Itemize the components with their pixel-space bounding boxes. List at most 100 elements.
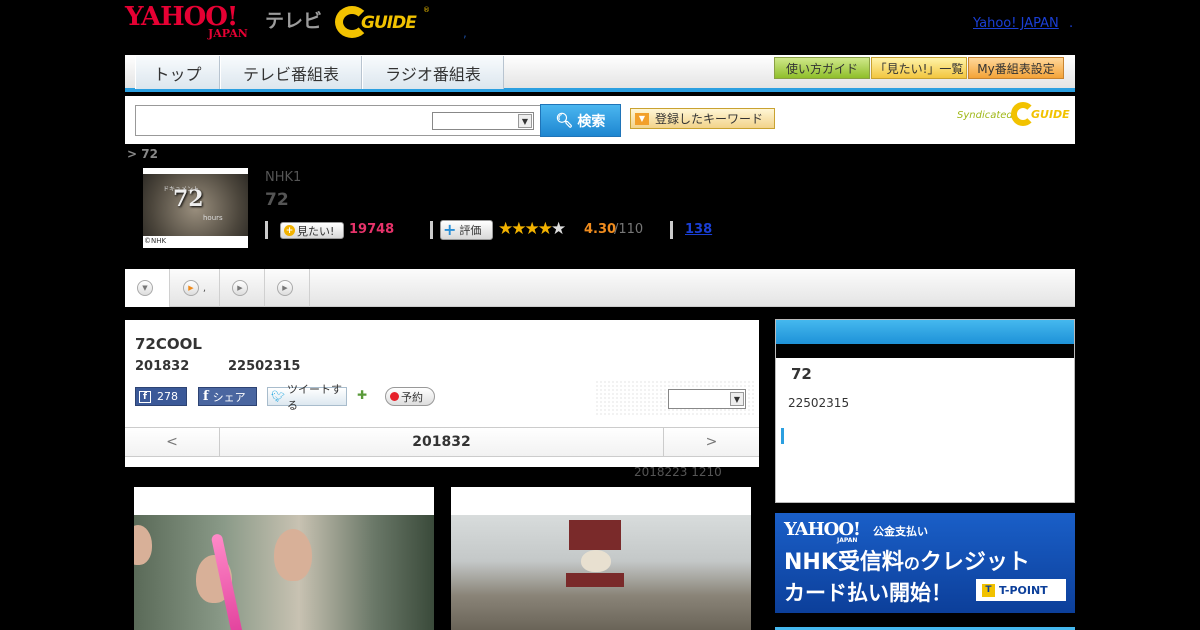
yahoo-logo[interactable]: YAHOO!: [125, 4, 238, 30]
banner-headline-1a: NHK受信料: [784, 550, 904, 575]
facebook-share-button[interactable]: f シェア: [198, 387, 257, 406]
tweet-button[interactable]: 🐦︎ ツイートする: [267, 383, 347, 412]
sidebar-title: 72: [791, 365, 812, 383]
reserve-label: 予約: [401, 390, 423, 404]
episode-pager: < 201832 >: [125, 427, 759, 457]
main-nav: トップ テレビ番組表 ラジオ番組表 使い方ガイド 「見たい!」一覧 My番組表設…: [125, 55, 1075, 92]
search-category-select[interactable]: ▼: [432, 112, 534, 130]
registered-keywords-button[interactable]: ▼ 登録したキーワード: [630, 108, 775, 129]
episode-photo-image: [451, 515, 751, 630]
tab-episodes[interactable]: ▶ ,: [170, 269, 220, 307]
facebook-like-count: 278: [157, 390, 178, 403]
mitai-button[interactable]: + 見たい!: [280, 222, 344, 239]
rating-total: /110: [614, 222, 644, 237]
divider-bar: [670, 221, 673, 239]
mitai-count: 19748: [349, 222, 395, 237]
divider-bar: [265, 221, 268, 239]
banner-headline-1: NHK受信料のクレジット: [784, 544, 1030, 576]
last-updated: 2018223 1210: [634, 465, 722, 479]
facebook-icon: f: [203, 389, 209, 404]
tab-label: ,: [202, 282, 207, 294]
episode-time: 22502315: [228, 359, 301, 374]
star-icon-empty: ★: [550, 219, 566, 239]
episode-photo[interactable]: [134, 487, 434, 630]
tab-program-info[interactable]: ▼: [125, 269, 170, 307]
pager-current-date: 201832: [412, 434, 471, 450]
mitai-list-button[interactable]: 「見たい!」一覧: [871, 57, 967, 79]
search-button-label: 検索: [577, 113, 606, 130]
sidebar-time: 22502315: [788, 396, 850, 410]
header-link-dot: .: [1069, 16, 1074, 31]
next-episode-button[interactable]: >: [663, 428, 759, 456]
twitter-bird-icon: 🐦︎: [271, 390, 285, 403]
sidebar-accent-bar: [781, 428, 784, 444]
tab-reviews[interactable]: ▶: [265, 269, 310, 307]
nav-tab-radio-schedule[interactable]: ラジオ番組表: [362, 56, 504, 89]
episode-date: 201832: [135, 359, 190, 374]
sidebar-band: [776, 344, 1074, 358]
facebook-like-button[interactable]: f 278: [135, 387, 187, 406]
share-plus-icon[interactable]: ✚: [357, 388, 373, 404]
thumbnail-hours: hours: [203, 214, 223, 222]
rating-score: 4.30: [584, 222, 617, 237]
facebook-icon: f: [139, 390, 151, 403]
building-sign: [566, 573, 624, 587]
search-bar: ▼ 🔍︎ 検索 ▼ 登録したキーワード Syndicated GUIDE: [125, 96, 1075, 144]
review-count-link[interactable]: 138: [685, 222, 712, 237]
my-schedule-settings-button[interactable]: My番組表設定: [968, 57, 1064, 79]
rate-button[interactable]: + 評価: [440, 220, 493, 240]
baseball-sign-object: [581, 550, 611, 572]
episode-options-select[interactable]: ▼: [668, 389, 746, 409]
usage-guide-button[interactable]: 使い方ガイド: [774, 57, 870, 79]
play-icon: ▶: [232, 280, 248, 296]
banner-kokin-text: 公金支払い: [873, 525, 928, 538]
ad-banner[interactable]: YAHOO! JAPAN 公金支払い NHK受信料のクレジット カード払い開始！…: [775, 513, 1075, 613]
site-header: YAHOO! JAPAN テレビ GUIDE ® , Yahoo! JAPAN …: [125, 0, 1075, 55]
search-button[interactable]: 🔍︎ 検索: [540, 104, 621, 137]
tpoint-label: T-POINT: [999, 583, 1048, 597]
rating-stars: ★★★★★: [498, 219, 566, 239]
star-icon-filled: ★★★★: [498, 219, 553, 239]
program-thumbnail[interactable]: ドキュメント 72 hours ©NHK: [143, 168, 248, 248]
chevron-down-icon: ▼: [730, 392, 744, 406]
header-separator: ,: [463, 26, 467, 40]
sidebar-box: 72 22502315: [775, 319, 1075, 503]
play-icon: ▶: [277, 280, 293, 296]
person-figure: [134, 525, 152, 565]
episode-panel: 72COOL 201832 22502315 f 278 f シェア 🐦︎ ツイ…: [125, 320, 759, 467]
episode-photo[interactable]: [451, 487, 751, 630]
plus-icon: +: [443, 220, 457, 239]
play-icon: ▶: [182, 280, 199, 296]
banner-headline-1b: の: [903, 554, 920, 573]
record-icon: [390, 392, 399, 401]
plus-icon: +: [284, 225, 295, 236]
banner-japan-text: JAPAN: [837, 537, 858, 544]
breadcrumb[interactable]: > 72: [127, 147, 158, 161]
facebook-share-label: シェア: [212, 390, 246, 404]
previous-episode-button[interactable]: <: [125, 428, 220, 456]
mitai-label: 見たい!: [297, 224, 335, 238]
rate-label: 評価: [459, 224, 482, 237]
nav-tab-tv-schedule[interactable]: テレビ番組表: [220, 56, 362, 89]
syndicated-gguide-logo: GUIDE: [1011, 102, 1070, 126]
chevron-down-icon: ▼: [137, 280, 153, 296]
tv-logo-text[interactable]: テレビ: [265, 6, 322, 33]
nav-tab-top[interactable]: トップ: [135, 56, 220, 89]
yahoo-japan-logo-text: JAPAN: [208, 27, 248, 40]
reserve-recording-button[interactable]: 予約: [385, 387, 435, 406]
gguide-registered-mark: ®: [423, 6, 430, 14]
search-icon: 🔍︎: [555, 112, 574, 129]
person-figure: [274, 529, 312, 581]
tab-cast[interactable]: ▶: [220, 269, 265, 307]
gguide-logo[interactable]: GUIDE ®: [335, 6, 430, 38]
thumbnail-copyright: ©NHK: [144, 237, 167, 245]
gguide-logo-text: GUIDE: [361, 13, 417, 33]
syndicated-label: Syndicated: [957, 110, 1013, 121]
banner-headline-1c: クレジット: [919, 550, 1030, 575]
registered-keywords-label: 登録したキーワード: [655, 112, 764, 126]
sidebar-header: [776, 320, 1074, 344]
episode-photo-image: [134, 515, 434, 630]
triangle-down-icon: ▼: [635, 112, 649, 125]
yahoo-japan-link[interactable]: Yahoo! JAPAN: [973, 16, 1059, 31]
divider-bar: [430, 221, 433, 239]
